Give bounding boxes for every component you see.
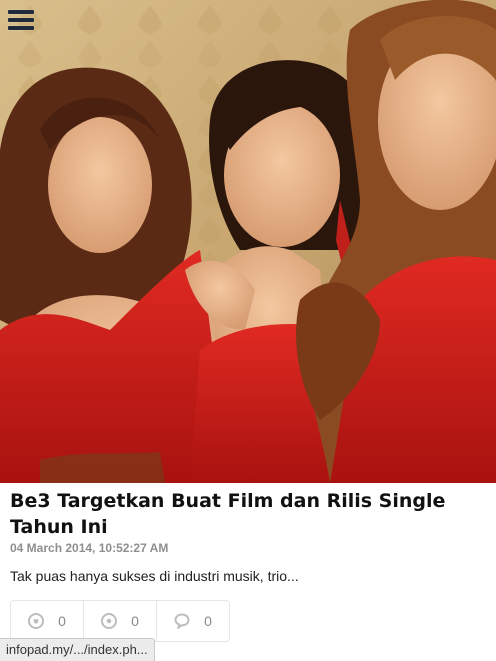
heart-icon [28,613,45,629]
article-hero-image[interactable] [0,0,496,483]
article-excerpt: Tak puas hanya sukses di industri musik,… [10,568,299,584]
menu-button[interactable] [8,8,34,32]
hamburger-menu-icon-bar [8,26,34,30]
comment-count: 0 [204,613,212,629]
like-button[interactable]: 0 [11,601,84,641]
comment-button[interactable]: 0 [157,601,229,641]
comment-bubble-icon [174,613,190,629]
hero-photo [0,0,496,483]
article-date: 04 March 2014, 10:52:27 AM [10,541,169,555]
hamburger-menu-icon [8,10,34,14]
eye-icon [101,613,118,629]
article-stats-bar: 0 0 0 [10,600,230,642]
views-count: 0 [131,613,139,629]
hamburger-menu-icon-bar [8,18,34,22]
views-button[interactable]: 0 [84,601,157,641]
status-bar-url: infopad.my/.../index.ph... [0,638,155,661]
like-count: 0 [58,613,66,629]
article-title-link[interactable]: Be3 Targetkan Buat Film dan Rilis Single… [10,488,480,540]
